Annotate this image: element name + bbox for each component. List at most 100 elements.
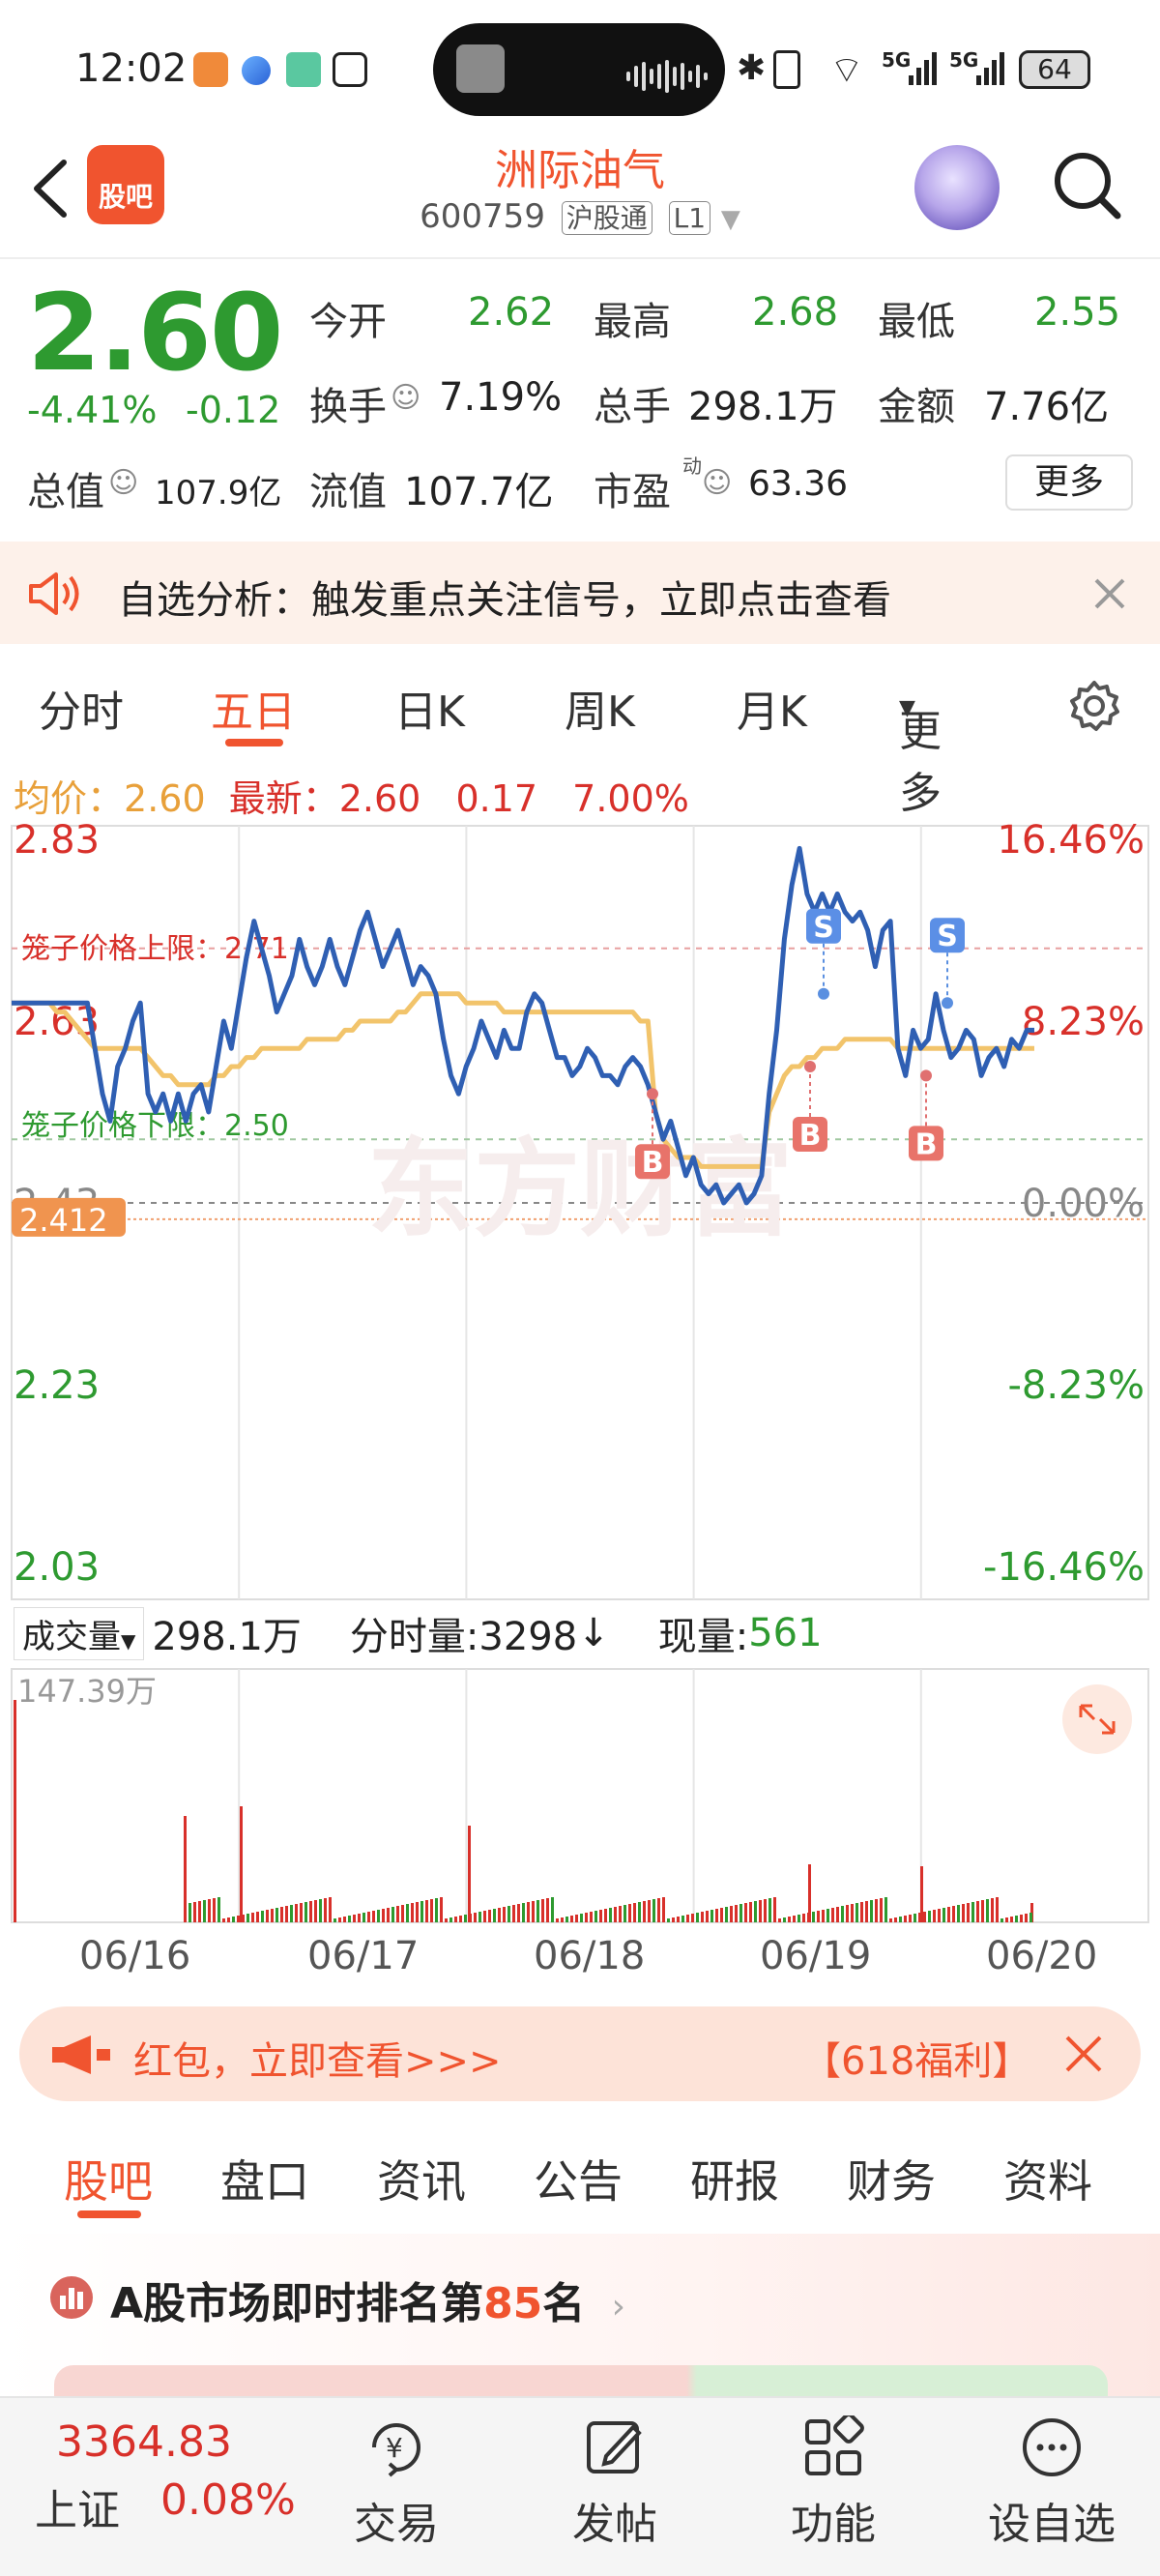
volume-bar <box>846 1905 849 1922</box>
vibrate-icon <box>773 50 800 89</box>
svg-text:¥: ¥ <box>386 2432 403 2464</box>
volume-bar <box>585 1913 588 1922</box>
volume-bar <box>628 1904 631 1922</box>
settings-gear-icon[interactable] <box>1067 679 1121 733</box>
volume-bar <box>986 1899 989 1922</box>
volume-bar <box>962 1904 965 1922</box>
open-value: 2.62 <box>468 290 555 335</box>
nav-features-label: 功能 <box>791 2500 876 2549</box>
expand-button[interactable] <box>1062 1684 1132 1754</box>
volume-bar <box>957 1905 960 1922</box>
change-value: -0.12 <box>186 389 281 431</box>
tab-financials[interactable]: 财务 <box>847 2147 936 2210</box>
volume-dropdown[interactable]: 成交量▼ <box>14 1606 145 1660</box>
volume-bar <box>435 1898 438 1922</box>
trade-yen-icon: ¥ <box>372 2423 420 2477</box>
close-icon[interactable] <box>1092 576 1127 611</box>
amount-value: 7.76亿 <box>984 385 1110 429</box>
volume-bar <box>246 1914 249 1922</box>
nav-trade[interactable]: ¥ 交易 <box>319 2415 474 2551</box>
volume-bar <box>706 1911 709 1922</box>
y-axis-pct-label: 8.23% <box>1022 1000 1145 1044</box>
index-percent[interactable]: 0.08% <box>160 2475 296 2525</box>
media-thumbnail <box>456 44 505 93</box>
volume-bar <box>285 1906 288 1922</box>
rank-suffix: 名 <box>542 2279 586 2328</box>
current-price: 2.60 <box>27 271 283 395</box>
tab-announcements[interactable]: 公告 <box>534 2147 623 2210</box>
rank-prefix: A股市场即时排名第 <box>110 2279 484 2328</box>
info-icon[interactable]: ☺ <box>391 381 420 415</box>
volume-bar <box>624 1905 626 1922</box>
volume-bar <box>527 1902 530 1922</box>
volume-bar <box>536 1900 539 1922</box>
info-icon[interactable]: ☺ <box>702 466 732 500</box>
volume-bar <box>981 1900 984 1922</box>
low-label: 最低 <box>878 300 955 344</box>
volume-bar <box>551 1897 554 1922</box>
market-rank-card[interactable]: A股市场即时排名第85名 › <box>0 2234 1160 2404</box>
volume-bar <box>759 1900 762 1922</box>
volume-bar <box>387 1908 390 1922</box>
volume-bar <box>464 1915 467 1922</box>
volume-bar <box>914 1914 916 1922</box>
volume-bar <box>783 1917 786 1922</box>
nav-add-watchlist[interactable]: 设自选 <box>974 2415 1129 2551</box>
more-button[interactable]: 更多 <box>1005 454 1133 511</box>
volume-axis-max: 147.39万 <box>17 1673 157 1710</box>
info-icon[interactable]: ☺ <box>108 466 138 500</box>
float-label: 流值 <box>309 470 387 514</box>
marker-label: B <box>799 1119 822 1153</box>
volume-bar <box>396 1906 399 1922</box>
five-day-chart[interactable]: 东方财富 2.8316.46%2.638.23%2.430.00%2.23-8.… <box>0 820 1160 1603</box>
float-value: 107.7亿 <box>404 470 554 514</box>
volume-bar <box>213 1898 216 1922</box>
volume-bar <box>556 1918 559 1922</box>
volume-bar <box>725 1907 728 1922</box>
tab-monthly-k[interactable]: 月K <box>737 677 807 739</box>
tab-news[interactable]: 资讯 <box>377 2147 466 2210</box>
date-label: 06/17 <box>307 1934 420 1978</box>
status-bar: 12:02 ✱ ⌔ 5G 5G 64 <box>0 0 1160 140</box>
volume-bar <box>469 1914 472 1922</box>
tab-research[interactable]: 研报 <box>690 2147 779 2210</box>
volume-label: 总手 <box>594 385 671 429</box>
index-name[interactable]: 上证 <box>35 2475 120 2537</box>
volume-bar <box>691 1914 694 1922</box>
volume-bar <box>459 1916 462 1922</box>
content-tabs: 股吧 盘口 资讯 公告 研报 财务 资料 <box>0 2118 1160 2224</box>
avg-value: 2.60 <box>124 777 206 820</box>
tab-weekly-k[interactable]: 周K <box>565 677 635 739</box>
volume-bar <box>918 1913 921 1922</box>
search-icon[interactable] <box>1052 150 1123 221</box>
dropdown-triangle-icon: ▼ <box>121 1628 136 1653</box>
volume-bar <box>677 1917 680 1922</box>
tab-intraday[interactable]: 分时 <box>39 677 124 739</box>
volume-chart[interactable]: 147.39万 <box>0 1663 1160 1929</box>
volume-bar <box>735 1905 738 1922</box>
volume-bar <box>938 1909 941 1922</box>
volume-bar <box>338 1917 341 1922</box>
speaker-icon <box>29 572 79 615</box>
analysis-banner[interactable]: 自选分析：触发重点关注信号，立即点击查看 <box>0 542 1160 644</box>
nav-post[interactable]: 发帖 <box>537 2415 692 2551</box>
down-arrow-icon: ↓ <box>577 1611 610 1655</box>
tab-profile[interactable]: 资料 <box>1003 2147 1092 2210</box>
dynamic-island[interactable] <box>433 23 725 116</box>
marker-label: S <box>937 920 958 953</box>
nav-features[interactable]: 功能 <box>756 2415 911 2551</box>
promo-banner[interactable]: 红包，立即查看>>> 【618福利】 <box>19 2006 1141 2101</box>
tab-daily-k[interactable]: 日K <box>394 677 465 739</box>
amount-label: 金额 <box>878 385 955 429</box>
close-icon[interactable] <box>1063 2034 1104 2074</box>
volume-bar <box>329 1897 332 1922</box>
date-axis: 06/16 06/17 06/18 06/19 06/20 <box>0 1934 1160 1982</box>
tab-guba[interactable]: 股吧 <box>64 2147 153 2210</box>
tab-five-day[interactable]: 五日 <box>211 677 296 739</box>
assistant-robot-avatar[interactable] <box>914 145 1000 230</box>
index-value[interactable]: 3364.83 <box>56 2417 232 2467</box>
marker-dot <box>942 997 953 1010</box>
volume-bar <box>817 1911 820 1922</box>
tab-orderbook[interactable]: 盘口 <box>220 2147 309 2210</box>
date-label: 06/16 <box>79 1934 191 1978</box>
